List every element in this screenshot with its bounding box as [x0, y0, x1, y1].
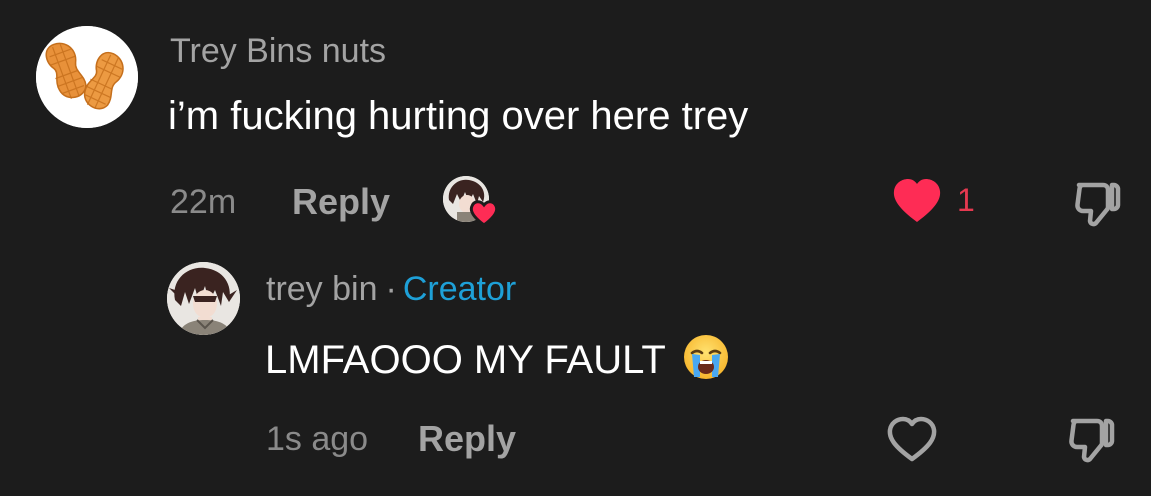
- comment-timestamp: 22m: [170, 183, 237, 221]
- heart-icon: [469, 198, 499, 228]
- reply-button[interactable]: Reply: [418, 418, 516, 460]
- comment-username[interactable]: Trey Bins nuts: [170, 32, 386, 71]
- comment-timestamp: 1s ago: [266, 420, 369, 458]
- comment-username[interactable]: trey bin: [266, 270, 378, 308]
- like-count: 1: [957, 182, 975, 218]
- dislike-icon[interactable]: [1071, 177, 1123, 229]
- comment-text: i’m fucking hurting over here trey: [168, 94, 749, 138]
- dislike-icon[interactable]: [1065, 413, 1117, 465]
- creator-liked-badge: [443, 176, 499, 228]
- peanut-avatar-icon[interactable]: [36, 26, 138, 128]
- creator-badge: Creator: [402, 270, 517, 308]
- comment-text-row: LMFAOOO MY FAULT: [265, 333, 730, 383]
- comment-text: LMFAOOO MY FAULT: [265, 338, 666, 382]
- anime-character-avatar-icon[interactable]: [167, 262, 240, 335]
- like-heart-icon[interactable]: [892, 178, 942, 224]
- comment-thread: Trey Bins nuts i’m fucking hurting over …: [0, 0, 1151, 496]
- loudly-crying-face-icon: [682, 333, 730, 381]
- comment-username-row: trey bin · Creator: [266, 270, 516, 309]
- reply-button[interactable]: Reply: [292, 181, 390, 223]
- separator: ·: [385, 270, 397, 308]
- like-heart-icon[interactable]: [886, 415, 938, 463]
